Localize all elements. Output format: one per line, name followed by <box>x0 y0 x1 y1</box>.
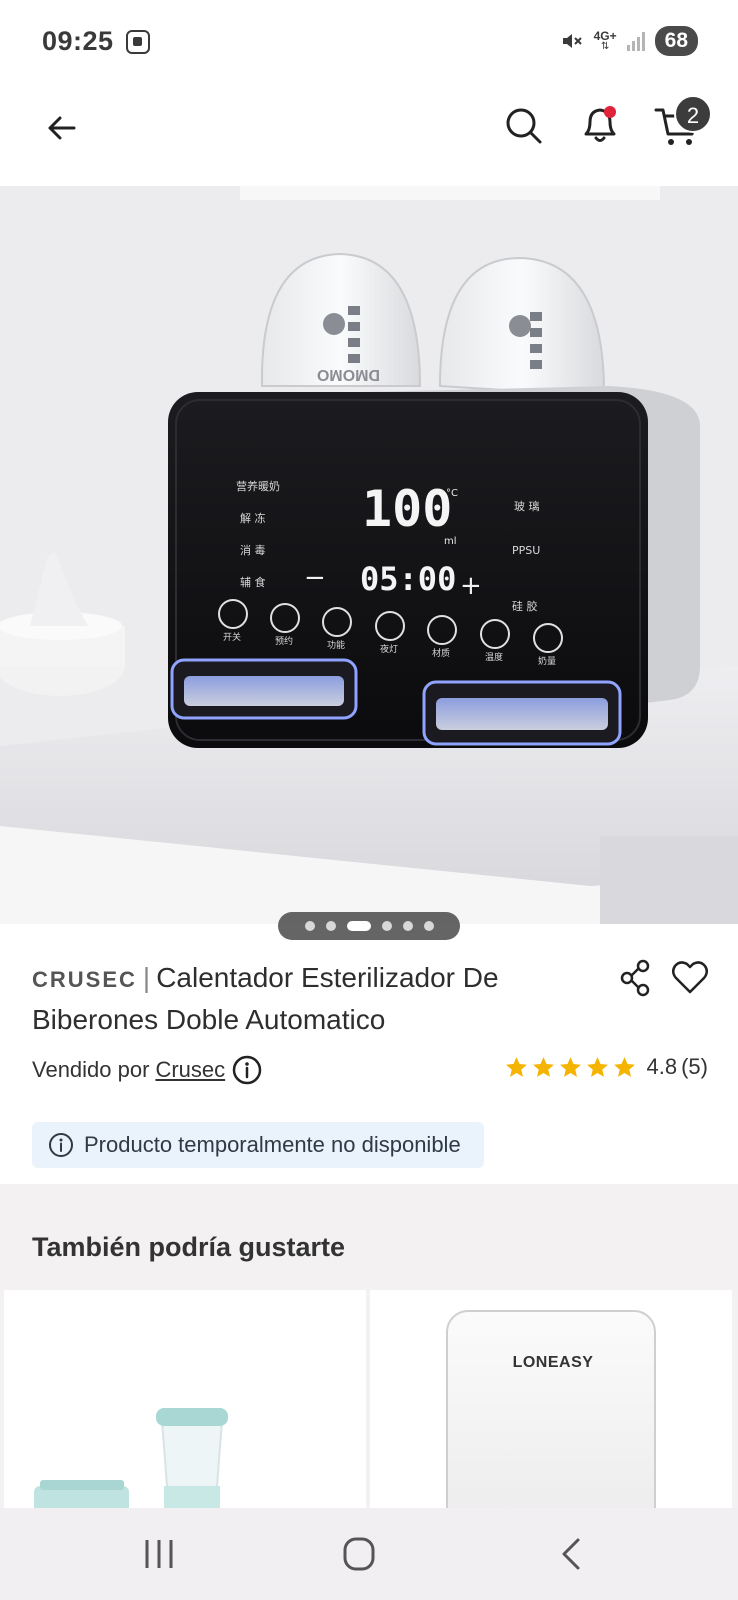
display-temp-unit: °C <box>446 488 458 499</box>
brand-separator: | <box>142 962 151 993</box>
carousel-dot[interactable] <box>325 921 336 931</box>
review-count: (5) <box>681 1054 708 1079</box>
device-button-label-7: 奶量 <box>538 655 556 667</box>
mute-icon <box>562 34 582 48</box>
display-temperature: 100 <box>362 480 452 538</box>
status-time: 09:25 <box>42 26 114 56</box>
unavailable-text: Producto temporalmente no disponible <box>84 1132 461 1157</box>
recommendations-title: También podría gustarte <box>32 1232 346 1262</box>
seller-link[interactable]: Crusec <box>155 1057 225 1083</box>
display-label-right-2: PPSU <box>512 544 540 557</box>
system-nav-bar <box>0 1508 738 1600</box>
display-label-left-4: 辅 食 <box>240 575 266 589</box>
display-minus: − <box>304 563 326 593</box>
product-title-block: CRUSEC | Calentador Esterilizador De Biber… <box>32 958 592 1040</box>
star-icon <box>532 1056 554 1077</box>
share-icon[interactable] <box>618 958 652 998</box>
carousel-dot[interactable] <box>423 921 434 931</box>
device-button-label-4: 夜灯 <box>380 643 398 655</box>
device-button-label-5: 材质 <box>432 647 450 659</box>
app-header: 2 <box>0 84 738 186</box>
carousel-dot[interactable] <box>304 921 315 931</box>
rating-value: 4.8 <box>646 1054 678 1079</box>
screenshot-icon <box>126 30 150 54</box>
seller-row: Vendido por Crusec <box>32 1054 263 1086</box>
search-icon[interactable] <box>500 102 548 150</box>
info-icon[interactable] <box>231 1054 263 1086</box>
sold-by-label: Vendido por <box>32 1057 150 1082</box>
bottle-brand-text: DMOMO <box>317 366 380 383</box>
status-indicators: 4G+ ⇅ 68 <box>560 26 698 56</box>
recommendation-card[interactable] <box>4 1290 366 1508</box>
battery-indicator: 68 <box>654 26 698 56</box>
display-plus: + <box>460 571 482 601</box>
brand-name[interactable]: CRUSEC <box>32 967 137 992</box>
display-label-left-3: 消 毒 <box>240 543 266 557</box>
carousel-indicator[interactable] <box>278 912 460 940</box>
device-button-label-3: 功能 <box>327 639 345 651</box>
display-label-left-2: 解 冻 <box>240 511 266 525</box>
star-icon <box>505 1056 527 1077</box>
network-indicator: 4G+ ⇅ <box>594 30 617 52</box>
star-icon <box>586 1056 608 1077</box>
back-arrow-icon[interactable] <box>40 106 84 150</box>
device-button-label-6: 温度 <box>485 651 503 663</box>
device-button-label-2: 预约 <box>275 635 293 647</box>
product-photo: DMOMO 营养暖奶 解 冻 消 毒 辅 食 玻 璃 PPSU 硅 胶 100 … <box>0 186 738 924</box>
device-button-label-1: 开关 <box>223 631 241 643</box>
display-label-right-3: 硅 胶 <box>512 599 538 613</box>
display-time: 05:00 <box>360 560 456 598</box>
cart-count-badge: 2 <box>674 95 712 133</box>
recommendation-card[interactable]: LONEASY <box>370 1290 732 1508</box>
star-rating <box>504 1055 637 1080</box>
home-icon[interactable] <box>334 1532 384 1576</box>
star-icon <box>559 1056 581 1077</box>
heart-icon[interactable] <box>670 958 710 998</box>
rating-summary[interactable]: 4.8 (5) <box>504 1054 708 1080</box>
display-label-left-1: 营养暖奶 <box>236 479 280 493</box>
unavailable-notice: Producto temporalmente no disponible <box>32 1122 484 1168</box>
carousel-dot[interactable] <box>346 921 371 931</box>
recommendation-image: LONEASY <box>446 1310 656 1508</box>
carousel-dot[interactable] <box>381 921 392 931</box>
recommendation-image <box>34 1408 228 1508</box>
status-bar: 09:25 4G+ ⇅ 68 <box>0 0 738 84</box>
star-icon <box>613 1056 635 1077</box>
back-nav-icon[interactable] <box>548 1532 598 1576</box>
info-circle-icon <box>49 1133 73 1157</box>
product-image[interactable]: DMOMO 营养暖奶 解 冻 消 毒 辅 食 玻 璃 PPSU 硅 胶 100 … <box>0 186 738 924</box>
carousel-dot[interactable] <box>402 921 413 931</box>
recommendations-section: También podría gustarte LONEASY <box>0 1184 738 1508</box>
recommendation-brand-label: LONEASY <box>512 1354 594 1371</box>
display-ml-unit: ml <box>444 536 457 547</box>
data-arrows-icon: ⇅ <box>600 41 610 52</box>
recent-apps-icon[interactable] <box>134 1532 184 1576</box>
notifications-bell-icon[interactable] <box>578 100 622 150</box>
display-label-right-1: 玻 璃 <box>514 499 540 513</box>
signal-icon <box>626 31 645 51</box>
